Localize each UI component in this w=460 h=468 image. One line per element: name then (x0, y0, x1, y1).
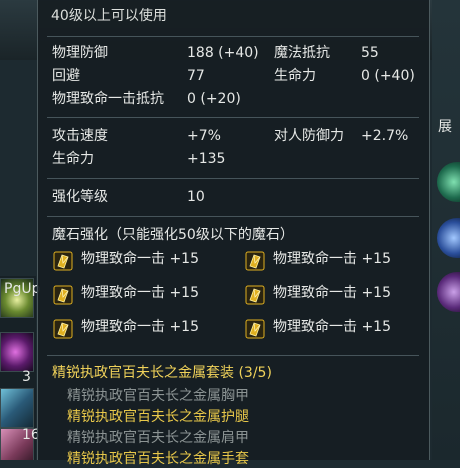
manastone-icon (53, 319, 73, 339)
stat-label: 物理致命一击抵抗 (52, 91, 164, 107)
quickbar-slot[interactable] (0, 388, 34, 428)
set-piece: 精锐执政官百夫长之金属肩甲 (67, 430, 249, 446)
stat-value: 0 (+20) (187, 91, 241, 107)
bonus-stat-value: +135 (187, 151, 226, 167)
divider (47, 216, 419, 217)
manastone-icon (245, 251, 265, 271)
divider (47, 36, 419, 37)
set-piece: 精锐执政官百夫长之金属手套 (67, 451, 249, 467)
bonus-stat-value: +7% (187, 128, 221, 144)
manastone-icon (245, 319, 265, 339)
manastone-slot-text: 物理致命一击 +15 (273, 285, 391, 301)
enchant-value: 10 (187, 189, 205, 205)
divider (47, 178, 419, 179)
manastone-slot-text: 物理致命一击 +15 (273, 251, 391, 267)
bonus-stat-label: 攻击速度 (52, 128, 108, 144)
stat-value: 55 (361, 45, 379, 61)
enchant-label: 强化等级 (52, 189, 108, 205)
divider (47, 117, 419, 118)
stat-value: 188 (+40) (187, 45, 259, 61)
slot-count: 3 (22, 369, 31, 385)
right-panel-tab[interactable]: 展 (438, 118, 452, 136)
manastone-icon (53, 285, 73, 305)
manastone-slot-text: 物理致命一击 +15 (273, 319, 391, 335)
stat-label: 魔法抵抗 (274, 45, 330, 61)
bonus-stat-label: 对人防御力 (274, 128, 344, 144)
stat-label: 回避 (52, 68, 80, 84)
manastone-icon (53, 251, 73, 271)
manastone-slot-text: 物理致命一击 +15 (81, 285, 199, 301)
bonus-stat-label: 生命力 (52, 151, 94, 167)
quickbar-slot[interactable] (0, 332, 34, 372)
pgup-label: PgUp (4, 281, 41, 297)
manastone-slot-text: 物理致命一击 +15 (81, 251, 199, 267)
manastone-icon (245, 285, 265, 305)
manastone-slot-text: 物理致命一击 +15 (81, 319, 199, 335)
level-restriction: 40级以上可以使用 (51, 8, 167, 24)
set-piece: 精锐执政官百夫长之金属胸甲 (67, 388, 249, 404)
stat-label: 物理防御 (52, 45, 108, 61)
manastone-title: 魔石强化（只能强化50级以下的魔石） (52, 227, 294, 243)
stat-label: 生命力 (274, 68, 316, 84)
stat-value: 77 (187, 68, 205, 84)
set-piece: 精锐执政官百夫长之金属护腿 (67, 409, 249, 425)
bonus-stat-value: +2.7% (361, 128, 409, 144)
divider (47, 355, 419, 356)
stat-value: 0 (+40) (361, 68, 415, 84)
set-title: 精锐执政官百夫长之金属套装 (3/5) (52, 365, 272, 381)
